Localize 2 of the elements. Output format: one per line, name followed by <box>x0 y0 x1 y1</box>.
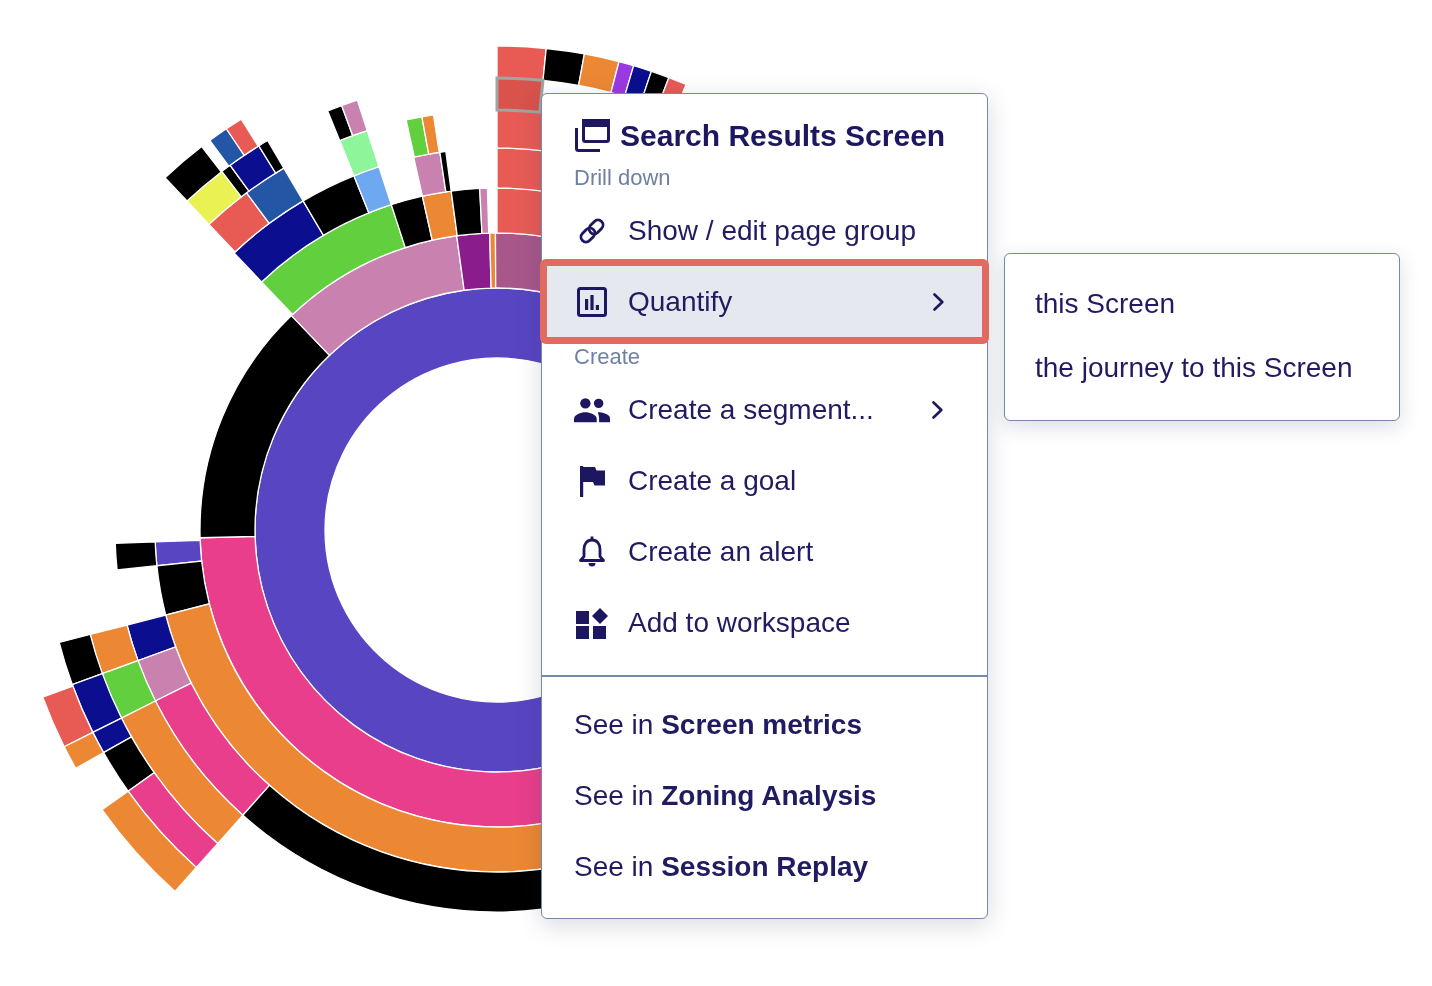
submenu-item[interactable]: the journey to this Screen <box>1005 339 1399 396</box>
submenu-item[interactable]: this Screen <box>1005 275 1399 332</box>
